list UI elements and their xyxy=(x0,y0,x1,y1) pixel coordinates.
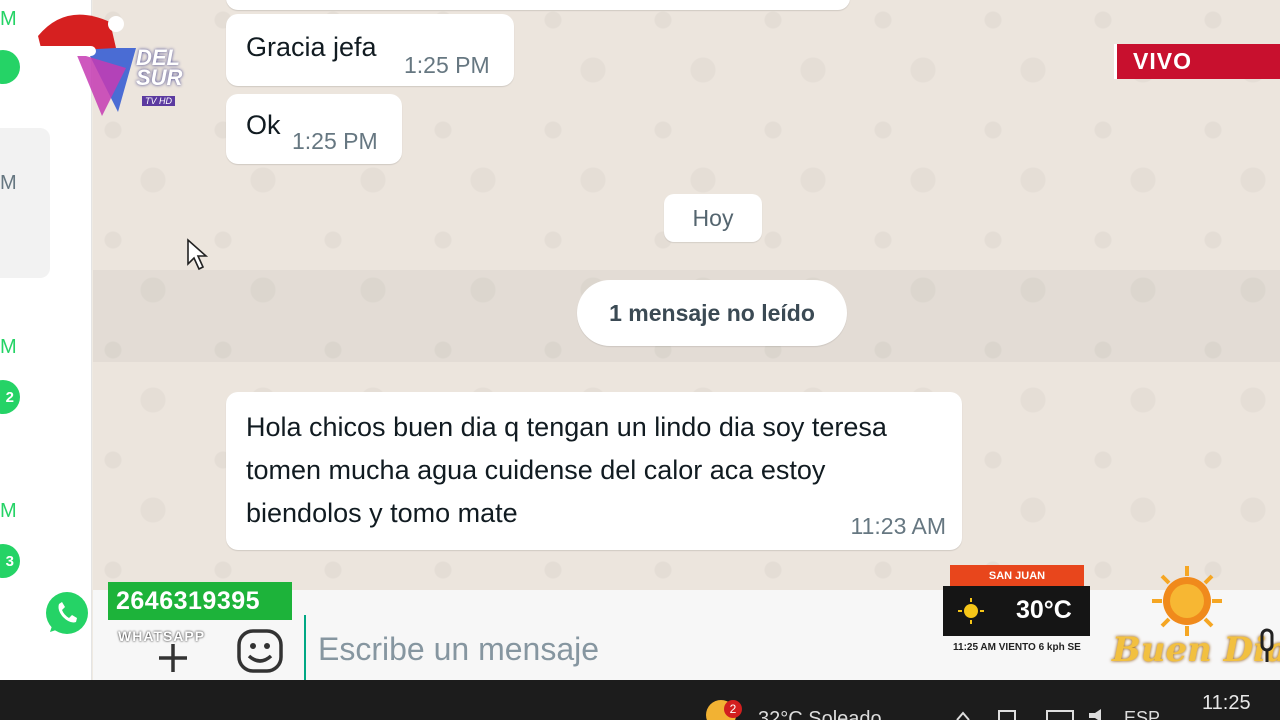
weather-temperature: 30°C xyxy=(1016,596,1072,624)
microphone-icon[interactable] xyxy=(1258,628,1276,664)
taskbar-clock[interactable]: 11:25 xyxy=(1202,692,1251,715)
message-bubble[interactable]: Ok 1:25 PM xyxy=(226,94,402,164)
message-time: 11:23 AM xyxy=(850,513,946,539)
message-bubble[interactable]: Gracia jefa 1:25 PM xyxy=(226,14,514,86)
unread-badge[interactable]: 2 xyxy=(0,380,20,414)
weather-city: SAN JUAN xyxy=(950,565,1084,587)
whatsapp-label: WHATSAPP xyxy=(118,628,206,644)
unread-badge[interactable] xyxy=(0,50,20,84)
message-time: 1:25 PM xyxy=(404,52,490,78)
chat-list-time: M xyxy=(0,336,17,358)
sun-icon xyxy=(958,598,984,624)
chat-list-time: M xyxy=(0,500,17,522)
attach-plus-icon[interactable] xyxy=(155,640,191,676)
show-sun-icon xyxy=(1152,566,1222,636)
logo-line: SUR xyxy=(136,65,183,90)
unread-badge[interactable]: 3 xyxy=(0,544,20,578)
weather-details: 11:25 AM VIENTO 6 kph SE xyxy=(953,642,1081,653)
keyboard-language[interactable]: ESP xyxy=(1124,708,1160,720)
message-text: Ok xyxy=(246,110,281,140)
message-text: Gracia jefa xyxy=(246,32,377,62)
chat-list-selected-item[interactable] xyxy=(0,128,50,278)
emoji-sticker-icon[interactable] xyxy=(236,628,284,674)
notification-badge: 2 xyxy=(724,700,742,718)
whatsapp-number: 2646319395 xyxy=(108,582,292,620)
system-tray-icons[interactable] xyxy=(955,708,1115,720)
message-time: 1:25 PM xyxy=(292,128,378,154)
message-bubble[interactable]: Hola chicos buen dia q tengan un lindo d… xyxy=(226,392,962,550)
taskbar-weather[interactable]: 32°C Soleado xyxy=(758,708,882,720)
show-brand: Buen Dia xyxy=(1112,630,1280,670)
message-text: Hola chicos buen dia q tengan un lindo d… xyxy=(246,412,887,528)
unread-messages-notice: 1 mensaje no leído xyxy=(577,280,847,346)
channel-logo-text: DEL SUR xyxy=(136,47,183,90)
chat-list-time: M xyxy=(0,8,17,30)
message-input[interactable] xyxy=(304,615,984,683)
whatsapp-icon xyxy=(46,592,88,634)
date-divider: Hoy xyxy=(664,194,762,242)
message-bubble-partial[interactable] xyxy=(226,0,850,10)
mouse-cursor-icon xyxy=(187,238,209,271)
chat-list-time: M xyxy=(0,172,17,194)
live-badge: VIVO xyxy=(1114,44,1280,79)
channel-logo-sub: TV HD xyxy=(142,96,175,106)
